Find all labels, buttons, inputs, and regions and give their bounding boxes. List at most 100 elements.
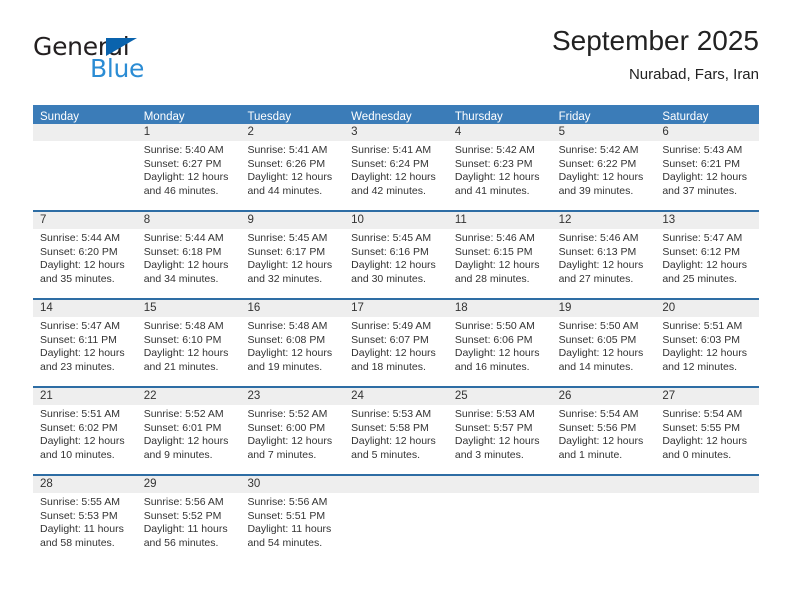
day-sunrise-text: Sunrise: 5:54 AM [662, 408, 743, 420]
day-sunrise-text: Sunrise: 5:45 AM [351, 232, 432, 244]
day-daylight2-text: and 1 minute. [558, 448, 623, 461]
day-details: Sunrise: 5:45 AM Sunset: 6:17 PM Daylight:… [240, 229, 344, 286]
weekday-header-wednesday: Wednesday [351, 111, 412, 123]
day-cell[interactable]: 4 Sunrise: 5:42 AM Sunset: 6:23 PM Daylight… [447, 124, 552, 210]
day-daylight1-text: Daylight: 12 hours [40, 259, 125, 272]
day-cell[interactable]: 2 Sunrise: 5:41 AM Sunset: 6:26 PM Daylight… [240, 124, 345, 210]
day-cell[interactable]: 17 Sunrise: 5:49 AM Sunset: 6:07 PM Dayligh… [344, 300, 448, 386]
day-sunrise-text: Sunrise: 5:56 AM [247, 496, 328, 508]
day-sunset-text: Sunset: 6:13 PM [558, 245, 637, 258]
day-number: 9 [240, 212, 345, 229]
day-sunrise-text: Sunrise: 5:50 AM [454, 320, 535, 332]
day-details: Sunrise: 5:53 AM Sunset: 5:57 PM Daylight:… [448, 405, 552, 462]
day-number: 3 [344, 124, 448, 141]
day-sunset-text: Sunset: 5:53 PM [40, 509, 118, 522]
day-cell[interactable]: 20 Sunrise: 5:51 AM Sunset: 6:03 PM Dayligh… [655, 300, 760, 386]
logo-text-blue: Blue [90, 54, 145, 83]
day-cell[interactable]: 25 Sunrise: 5:53 AM Sunset: 5:57 PM Dayligh… [447, 388, 552, 474]
day-daylight2-text: and 46 minutes. [143, 184, 219, 197]
day-number: 23 [240, 388, 345, 405]
day-cell[interactable]: 8 Sunrise: 5:44 AM Sunset: 6:18 PM Daylight… [136, 212, 241, 298]
day-daylight1-text: Daylight: 12 hours [454, 259, 540, 272]
day-cell[interactable]: 11 Sunrise: 5:46 AM Sunset: 6:15 PM Dayligh… [447, 212, 552, 298]
day-cell[interactable]: 14 Sunrise: 5:47 AM Sunset: 6:11 PM Dayligh… [33, 300, 137, 386]
day-details: Sunrise: 5:50 AM Sunset: 6:05 PM Daylight:… [552, 317, 656, 374]
day-number [344, 476, 448, 493]
day-daylight1-text: Daylight: 12 hours [351, 347, 436, 360]
day-cell[interactable]: 7 Sunrise: 5:44 AM Sunset: 6:20 PM Daylight… [33, 212, 137, 298]
day-cell[interactable]: 18 Sunrise: 5:50 AM Sunset: 6:06 PM Dayligh… [447, 300, 552, 386]
day-cell[interactable]: 21 Sunrise: 5:51 AM Sunset: 6:02 PM Dayligh… [33, 388, 137, 474]
day-sunset-text: Sunset: 6:23 PM [454, 157, 533, 170]
day-cell[interactable]: 10 Sunrise: 5:45 AM Sunset: 6:16 PM Dayligh… [344, 212, 448, 298]
day-cell[interactable]: 3 Sunrise: 5:41 AM Sunset: 6:24 PM Daylight… [344, 124, 448, 210]
day-details [448, 493, 552, 496]
day-number: 25 [447, 388, 552, 405]
day-sunrise-text: Sunrise: 5:43 AM [662, 144, 743, 156]
day-cell[interactable]: 5 Sunrise: 5:42 AM Sunset: 6:22 PM Daylight… [551, 124, 656, 210]
day-daylight1-text: Daylight: 12 hours [662, 259, 747, 272]
day-cell[interactable]: 27 Sunrise: 5:54 AM Sunset: 5:55 PM Dayligh… [655, 388, 760, 474]
day-sunset-text: Sunset: 6:01 PM [143, 421, 222, 434]
day-details: Sunrise: 5:44 AM Sunset: 6:20 PM Daylight:… [33, 229, 137, 286]
day-sunset-text: Sunset: 6:02 PM [40, 421, 118, 434]
day-details [344, 493, 448, 496]
day-daylight2-text: and 9 minutes. [143, 448, 213, 461]
day-number: 30 [240, 476, 345, 493]
day-daylight2-text: and 7 minutes. [247, 448, 317, 461]
day-number: 11 [447, 212, 552, 229]
day-details: Sunrise: 5:43 AM Sunset: 6:21 PM Daylight:… [655, 141, 759, 198]
day-sunset-text: Sunset: 6:08 PM [247, 333, 326, 346]
day-daylight2-text: and 37 minutes. [662, 184, 738, 197]
week-row: 28 Sunrise: 5:55 AM Sunset: 5:53 PM Dayligh… [33, 474, 760, 562]
day-daylight2-text: and 32 minutes. [247, 272, 323, 285]
day-number: 22 [136, 388, 241, 405]
page-header: General Blue September 2025 Nurabad, Far… [33, 24, 759, 96]
day-daylight2-text: and 12 minutes. [662, 360, 738, 373]
day-sunset-text: Sunset: 6:12 PM [662, 245, 740, 258]
day-daylight2-text: and 30 minutes. [351, 272, 426, 285]
day-cell[interactable]: 13 Sunrise: 5:47 AM Sunset: 6:12 PM Dayligh… [655, 212, 760, 298]
day-sunrise-text: Sunrise: 5:46 AM [454, 232, 535, 244]
day-cell[interactable]: 26 Sunrise: 5:54 AM Sunset: 5:56 PM Dayligh… [551, 388, 656, 474]
day-daylight1-text: Daylight: 12 hours [351, 259, 436, 272]
day-number: 18 [447, 300, 552, 317]
day-cell-empty [447, 476, 552, 562]
day-daylight1-text: Daylight: 12 hours [40, 347, 125, 360]
page-title: September 2025 [551, 25, 759, 56]
day-daylight2-text: and 0 minutes. [662, 448, 732, 461]
day-number: 28 [33, 476, 137, 493]
day-cell[interactable]: 12 Sunrise: 5:46 AM Sunset: 6:13 PM Dayligh… [551, 212, 656, 298]
day-cell[interactable]: 6 Sunrise: 5:43 AM Sunset: 6:21 PM Daylight… [655, 124, 760, 210]
day-daylight1-text: Daylight: 11 hours [247, 523, 332, 536]
day-cell[interactable]: 15 Sunrise: 5:48 AM Sunset: 6:10 PM Dayligh… [136, 300, 241, 386]
day-daylight1-text: Daylight: 12 hours [454, 435, 540, 448]
general-blue-logo[interactable]: General Blue [33, 34, 233, 90]
day-sunrise-text: Sunrise: 5:44 AM [40, 232, 120, 244]
day-cell[interactable]: 28 Sunrise: 5:55 AM Sunset: 5:53 PM Dayligh… [33, 476, 137, 562]
day-sunset-text: Sunset: 5:57 PM [454, 421, 533, 434]
day-sunrise-text: Sunrise: 5:40 AM [143, 144, 224, 156]
day-number: 2 [240, 124, 345, 141]
day-daylight1-text: Daylight: 12 hours [247, 435, 333, 448]
day-cell[interactable]: 30 Sunrise: 5:56 AM Sunset: 5:51 PM Dayligh… [240, 476, 345, 562]
day-daylight1-text: Daylight: 12 hours [247, 347, 333, 360]
day-cell[interactable]: 24 Sunrise: 5:53 AM Sunset: 5:58 PM Dayligh… [344, 388, 448, 474]
day-sunrise-text: Sunrise: 5:47 AM [40, 320, 120, 332]
day-cell[interactable]: 1 Sunrise: 5:40 AM Sunset: 6:27 PM Daylight… [136, 124, 241, 210]
day-cell[interactable]: 29 Sunrise: 5:56 AM Sunset: 5:52 PM Dayligh… [136, 476, 241, 562]
day-daylight2-text: and 10 minutes. [40, 448, 115, 461]
day-daylight1-text: Daylight: 12 hours [40, 435, 125, 448]
day-number: 5 [551, 124, 656, 141]
day-sunrise-text: Sunrise: 5:42 AM [454, 144, 535, 156]
day-cell[interactable]: 22 Sunrise: 5:52 AM Sunset: 6:01 PM Dayligh… [136, 388, 241, 474]
weekday-header-monday: Monday [143, 111, 185, 123]
day-number [655, 476, 760, 493]
day-cell[interactable]: 16 Sunrise: 5:48 AM Sunset: 6:08 PM Dayligh… [240, 300, 345, 386]
day-cell[interactable]: 9 Sunrise: 5:45 AM Sunset: 6:17 PM Daylight… [240, 212, 345, 298]
day-number: 15 [136, 300, 241, 317]
day-details: Sunrise: 5:46 AM Sunset: 6:13 PM Daylight:… [552, 229, 656, 286]
day-cell[interactable]: 19 Sunrise: 5:50 AM Sunset: 6:05 PM Dayligh… [551, 300, 656, 386]
day-cell[interactable]: 23 Sunrise: 5:52 AM Sunset: 6:00 PM Dayligh… [240, 388, 345, 474]
day-sunset-text: Sunset: 6:21 PM [662, 157, 740, 170]
